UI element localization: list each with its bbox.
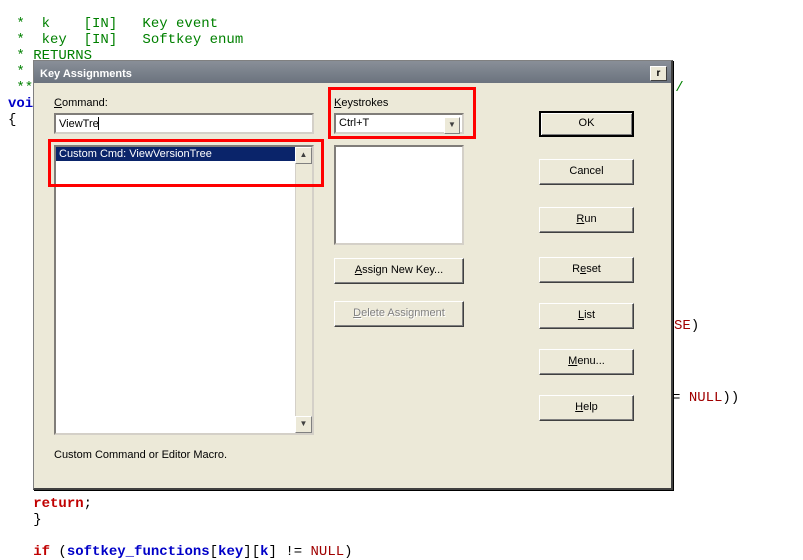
command-listbox[interactable]: Custom Cmd: ViewVersionTree ▲ ▼ [54, 145, 314, 435]
keystrokes-label: Keystrokes [334, 97, 388, 109]
dialog-titlebar[interactable]: Key Assignments r [34, 61, 671, 83]
assign-new-key-button[interactable]: Assign New Key... [334, 258, 464, 284]
reset-button[interactable]: Reset [539, 257, 634, 283]
command-label: Command: [54, 97, 108, 109]
list-item[interactable]: Custom Cmd: ViewVersionTree [56, 147, 312, 161]
command-input[interactable]: ViewTre [54, 113, 314, 134]
chevron-down-icon[interactable]: ▼ [444, 117, 460, 134]
cancel-button[interactable]: Cancel [539, 159, 634, 185]
footer-text: Custom Command or Editor Macro. [54, 449, 227, 461]
dialog-title: Key Assignments [40, 68, 132, 80]
keystrokes-listbox[interactable] [334, 145, 464, 245]
scroll-down-icon[interactable]: ▼ [295, 416, 312, 433]
keystrokes-combobox[interactable]: Ctrl+T ▼ [334, 113, 464, 134]
run-button[interactable]: Run [539, 207, 634, 233]
key-assignments-dialog: Key Assignments r Command: ViewTre Custo… [33, 60, 673, 490]
delete-assignment-button: Delete Assignment [334, 301, 464, 327]
ok-button[interactable]: OK [539, 111, 634, 137]
close-icon[interactable]: r [650, 66, 667, 81]
list-button[interactable]: List [539, 303, 634, 329]
help-button[interactable]: Help [539, 395, 634, 421]
menu-button[interactable]: Menu... [539, 349, 634, 375]
scroll-up-icon[interactable]: ▲ [295, 147, 312, 164]
scrollbar[interactable]: ▲ ▼ [295, 147, 312, 433]
